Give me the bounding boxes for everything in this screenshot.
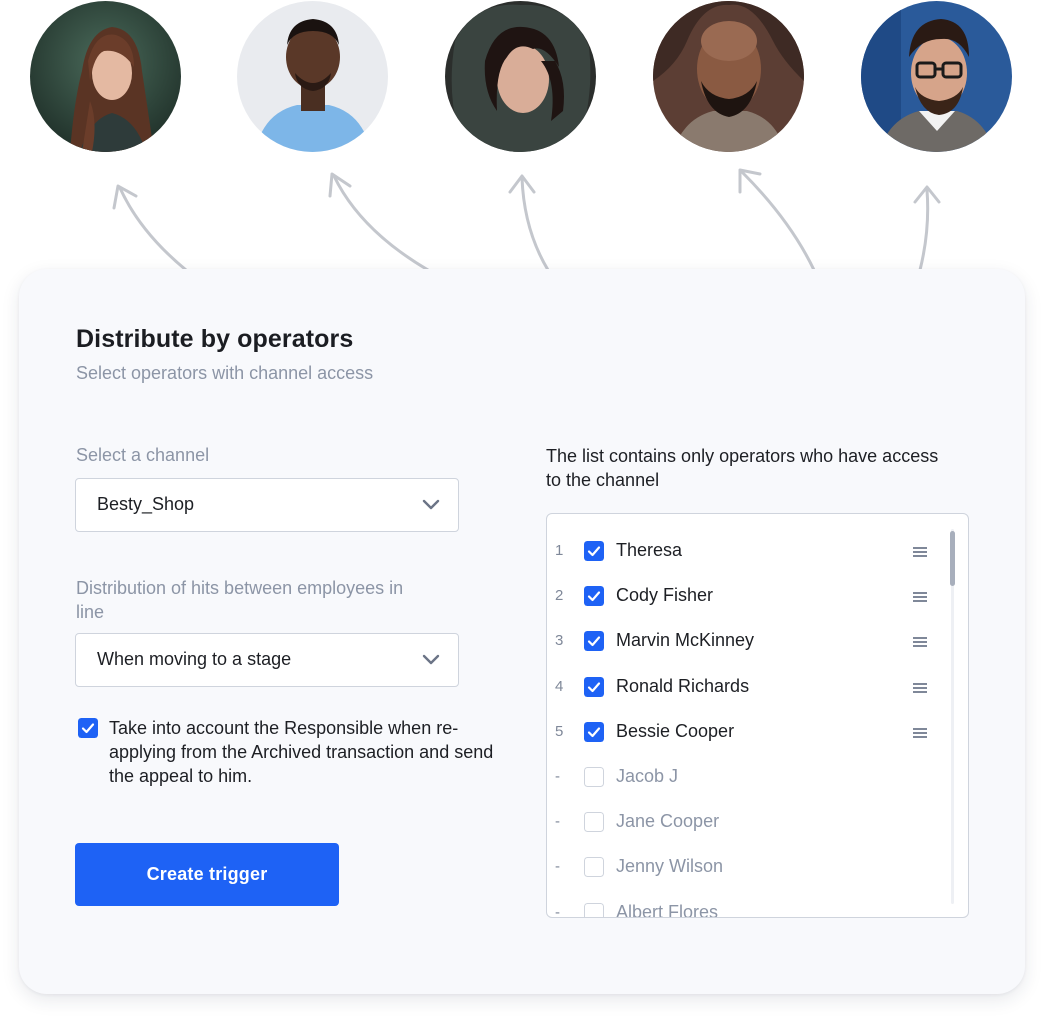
checkbox-checked-icon xyxy=(584,676,604,697)
arrow-1-head xyxy=(112,184,138,210)
operator-index: - xyxy=(555,768,560,785)
distribution-select[interactable]: When moving to a stage xyxy=(75,633,459,687)
operator-checkbox[interactable] xyxy=(584,857,604,878)
operator-row[interactable]: 4 Ronald Richards xyxy=(547,674,947,704)
checkbox-checked-icon xyxy=(584,541,604,561)
operators-list-rows: 1 Theresa 2 Cody Fisher 3 Marvin McKinney 4 Ron… xyxy=(547,514,947,918)
arrow-2-head xyxy=(328,172,352,198)
operator-name: Jane Cooper xyxy=(616,811,720,832)
operator-name: Albert Flores xyxy=(616,901,719,918)
responsible-checkbox[interactable] xyxy=(78,718,98,738)
operator-checkbox[interactable] xyxy=(584,902,604,917)
operator-name: Jenny Wilson xyxy=(616,856,724,877)
operator-row[interactable]: - Jane Cooper xyxy=(547,809,947,839)
distribution-select-value: When moving to a stage xyxy=(97,649,292,669)
drag-handle-icon[interactable] xyxy=(913,727,927,745)
operator-avatar-4 xyxy=(653,1,804,152)
operator-row[interactable]: 3 Marvin McKinney xyxy=(547,628,947,658)
checkbox-unchecked-icon xyxy=(584,857,604,878)
operator-checkbox[interactable] xyxy=(584,767,604,787)
operator-avatar-1 xyxy=(30,1,181,152)
operator-checkbox[interactable] xyxy=(584,676,604,697)
drag-handle-icon[interactable] xyxy=(913,546,927,564)
operator-index: 2 xyxy=(555,587,564,605)
chevron-down-icon xyxy=(422,654,440,665)
arrow-3 xyxy=(520,176,550,272)
arrow-4-head xyxy=(738,168,762,194)
operator-checkbox[interactable] xyxy=(584,721,604,742)
responsible-text: Take into account the Responsible when r… xyxy=(109,718,494,786)
channel-select-value: Besty_Shop xyxy=(97,494,195,514)
distribution-label: Distribution of hits between employees i… xyxy=(76,578,404,622)
operator-name: Ronald Richards xyxy=(616,675,750,696)
operator-row[interactable]: 1 Theresa xyxy=(547,538,947,568)
chevron-down-icon xyxy=(422,499,440,510)
operator-row[interactable]: - Jenny Wilson xyxy=(547,854,947,884)
checkbox-unchecked-icon xyxy=(584,902,604,917)
checkbox-checked-icon xyxy=(584,721,604,742)
channel-label: Select a channel xyxy=(76,445,210,465)
checkbox-unchecked-icon xyxy=(584,767,604,787)
checkbox-checked-icon xyxy=(78,718,98,738)
operator-index: 4 xyxy=(555,677,564,695)
operator-index: - xyxy=(555,858,560,876)
create-trigger-button[interactable]: Create trigger xyxy=(75,843,339,906)
checkbox-checked-icon xyxy=(584,631,604,652)
card-title: Distribute by operators xyxy=(76,325,354,353)
operator-index: - xyxy=(555,813,560,831)
operator-name: Cody Fisher xyxy=(616,585,714,606)
operator-index: 1 xyxy=(555,542,564,559)
operator-row[interactable]: - Jacob J xyxy=(547,764,947,794)
operator-row[interactable]: 2 Cody Fisher xyxy=(547,583,947,613)
drag-handle-icon[interactable] xyxy=(913,636,927,654)
distribution-arrows xyxy=(112,168,941,272)
arrow-5-head xyxy=(913,185,941,204)
checkbox-unchecked-icon xyxy=(584,812,604,833)
operator-row[interactable]: - Albert Flores xyxy=(547,900,947,918)
checkbox-checked-icon xyxy=(584,586,604,607)
operator-row[interactable]: 5 Bessie Cooper xyxy=(547,719,947,749)
operator-index: 5 xyxy=(555,722,564,740)
channel-select[interactable]: Besty_Shop xyxy=(75,478,459,532)
arrow-3-head xyxy=(508,174,536,194)
operators-list-note: The list contains only operators who hav… xyxy=(546,446,939,490)
operator-index: 3 xyxy=(555,632,564,650)
operator-checkbox[interactable] xyxy=(584,631,604,652)
operator-name: Marvin McKinney xyxy=(616,630,755,651)
operators-list[interactable]: 1 Theresa 2 Cody Fisher 3 Marvin McKinney 4 Ron… xyxy=(546,513,969,918)
operator-name: Theresa xyxy=(616,540,683,560)
operator-index: - xyxy=(555,903,560,918)
operator-name: Bessie Cooper xyxy=(616,720,735,741)
drag-handle-icon[interactable] xyxy=(913,682,927,700)
scrollbar-thumb[interactable] xyxy=(950,531,955,586)
arrow-5 xyxy=(918,188,930,272)
operator-name: Jacob J xyxy=(616,766,679,786)
operator-checkbox[interactable] xyxy=(584,586,604,607)
operator-avatar-3 xyxy=(445,1,596,152)
operator-avatar-2 xyxy=(237,1,388,152)
arrow-2 xyxy=(332,174,430,272)
card-subtitle: Select operators with channel access xyxy=(76,363,374,383)
drag-handle-icon[interactable] xyxy=(913,591,927,609)
arrow-1 xyxy=(118,186,188,272)
operator-checkbox[interactable] xyxy=(584,812,604,833)
arrow-4 xyxy=(740,170,816,272)
operator-avatars xyxy=(0,0,1042,160)
operator-checkbox[interactable] xyxy=(584,541,604,561)
operator-avatar-5 xyxy=(861,1,1012,152)
